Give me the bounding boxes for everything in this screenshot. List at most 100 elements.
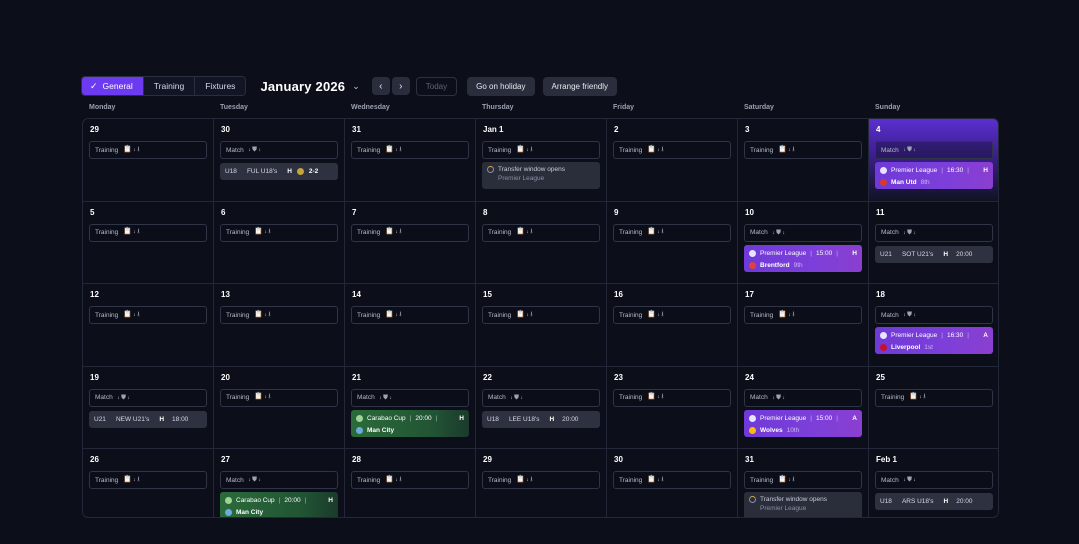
training-slot[interactable]: Training 📋 ⨾ ⭳ — [220, 223, 338, 242]
training-session-icons: 📋 ⨾ ⭳ — [647, 475, 664, 483]
match-day-slot[interactable]: Match ⨾ ⛊ ⨾ — [220, 141, 338, 159]
day-cell[interactable]: 12 Training 📋 ⨾ ⭳ — [83, 284, 214, 367]
training-slot[interactable]: Training 📋 ⨾ ⭳ — [220, 306, 338, 325]
match-day-slot[interactable]: Match ⨾ ⛊ ⨾ — [875, 471, 993, 490]
training-slot[interactable]: Training 📋 ⨾ ⭳ — [744, 141, 862, 159]
day-cell[interactable]: 10 Match ⨾ ⛊ ⨾ Premier League | 15:00 | H Brentf… — [738, 201, 869, 285]
day-cell[interactable]: 20 Training 📋 ⨾ ⭳ — [214, 366, 345, 450]
training-slot[interactable]: Training 📋 ⨾ ⭳ — [351, 471, 469, 490]
day-cell[interactable]: 4 Match ⨾ ⛊ ⨾ Premier League | 16:30 | H Man Utd… — [869, 119, 998, 202]
day-cell[interactable]: Jan 1 Training 📋 ⨾ ⭳ Transfer window opens P… — [476, 119, 607, 202]
match-day-slot[interactable]: Match ⨾ ⛊ ⨾ — [89, 388, 207, 407]
carabao-cup-fixture[interactable]: Carabao Cup | 20:00 | H Man City — [220, 492, 338, 517]
calendar-event[interactable]: Transfer window opens Premier League — [482, 162, 600, 189]
match-day-slot[interactable]: Match ⨾ ⛊ ⨾ — [875, 141, 993, 159]
match-day-slot[interactable]: Match ⨾ ⛊ ⨾ — [875, 306, 993, 325]
calendar-event[interactable]: Transfer window opens Premier League — [744, 492, 862, 517]
month-title[interactable]: January 2026 — [260, 79, 345, 94]
day-cell[interactable]: 5 Training 📋 ⨾ ⭳ — [83, 201, 214, 285]
day-cell[interactable]: 22 Match ⨾ ⛊ ⨾ U18 LEE U18's H 20:00 — [476, 366, 607, 450]
premier-league-fixture[interactable]: Premier League | 15:00 | H Brentford 9th — [744, 244, 862, 272]
training-slot[interactable]: Training 📋 ⨾ ⭳ — [613, 388, 731, 407]
training-slot[interactable]: Training 📋 ⨾ ⭳ — [351, 141, 469, 159]
match-day-slot[interactable]: Match ⨾ ⛊ ⨾ — [482, 388, 600, 407]
youth-fixture[interactable]: U18 FUL U18's H 2-2 — [220, 163, 338, 180]
arrange-friendly-button[interactable]: Arrange friendly — [542, 76, 617, 96]
day-number: 16 — [614, 290, 623, 300]
day-cell[interactable]: 8 Training 📋 ⨾ ⭳ — [476, 201, 607, 285]
day-cell[interactable]: 25 Training 📋 ⨾ ⭳ — [869, 367, 998, 450]
match-day-slot[interactable]: Match ⨾ ⛊ ⨾ — [351, 388, 469, 407]
day-cell[interactable]: 27 Match ⨾ ⛊ ⨾ Carabao Cup | 20:00 | H Man City — [214, 449, 345, 517]
day-cell[interactable]: 29 Training 📋 ⨾ ⭳ — [83, 119, 214, 202]
day-cell[interactable]: 23 Training 📋 ⨾ ⭳ — [607, 366, 738, 450]
day-cell[interactable]: 18 Match ⨾ ⛊ ⨾ Premier League | 16:30 | A Liverp… — [869, 284, 998, 367]
training-slot[interactable]: Training 📋 ⨾ ⭳ — [351, 306, 469, 325]
today-button[interactable]: Today — [415, 76, 458, 96]
training-slot[interactable]: Training 📋 ⨾ ⭳ — [220, 388, 338, 407]
tab-general[interactable]: ✓ General — [82, 77, 144, 95]
training-slot[interactable]: Training 📋 ⨾ ⭳ — [89, 306, 207, 325]
training-slot[interactable]: Training 📋 ⨾ ⭳ — [613, 223, 731, 242]
day-cell[interactable]: 30 Match ⨾ ⛊ ⨾ U18 FUL U18's H 2-2 — [214, 119, 345, 202]
match-day-slot[interactable]: Match ⨾ ⛊ ⨾ — [220, 471, 338, 490]
day-cell[interactable]: 15 Training 📋 ⨾ ⭳ — [476, 284, 607, 367]
tab-fixtures[interactable]: Fixtures — [195, 77, 246, 95]
day-cell[interactable]: 19 Match ⨾ ⛊ ⨾ U21 NEW U21's H 18:00 — [83, 366, 214, 450]
match-day-slot[interactable]: Match ⨾ ⛊ ⨾ — [875, 223, 993, 242]
day-cell[interactable]: 24 Match ⨾ ⛊ ⨾ Premier League | 15:00 | A Wolves… — [738, 366, 869, 450]
day-cell[interactable]: 16 Training 📋 ⨾ ⭳ — [607, 284, 738, 367]
training-slot[interactable]: Training 📋 ⨾ ⭳ — [89, 223, 207, 242]
day-cell[interactable]: 31 Training 📋 ⨾ ⭳ — [345, 119, 476, 202]
prev-month-button[interactable]: ‹ — [371, 77, 390, 95]
day-cell[interactable]: 30 Training 📋 ⨾ ⭳ — [607, 449, 738, 517]
youth-fixture[interactable]: U18 ARS U18's H 20:00 — [875, 493, 993, 511]
day-number: 20 — [221, 372, 230, 382]
weekday-label: Monday — [89, 104, 116, 111]
training-slot[interactable]: Training 📋 ⨾ ⭳ — [482, 306, 600, 325]
training-slot[interactable]: Training 📋 ⨾ ⭳ — [89, 471, 207, 490]
day-cell[interactable]: 28 Training 📋 ⨾ ⭳ — [345, 449, 476, 517]
premier-league-fixture[interactable]: Premier League | 16:30 | H Man Utd 8th — [875, 162, 993, 189]
day-cell[interactable]: 17 Training 📋 ⨾ ⭳ — [738, 284, 869, 367]
chevron-down-icon[interactable]: ⌄ — [352, 81, 360, 92]
training-slot[interactable]: Training 📋 ⨾ ⭳ — [482, 141, 600, 159]
training-slot[interactable]: Training 📋 ⨾ ⭳ — [351, 223, 469, 242]
day-cell[interactable]: 3 Training 📋 ⨾ ⭳ — [738, 119, 869, 202]
training-slot[interactable]: Training 📋 ⨾ ⭳ — [875, 388, 993, 407]
day-cell[interactable]: 13 Training 📋 ⨾ ⭳ — [214, 284, 345, 367]
day-cell[interactable]: 29 Training 📋 ⨾ ⭳ — [476, 449, 607, 517]
slot-label: Training — [619, 394, 643, 402]
day-cell[interactable]: 26 Training 📋 ⨾ ⭳ — [83, 449, 214, 517]
day-cell[interactable]: 9 Training 📋 ⨾ ⭳ — [607, 201, 738, 285]
day-cell[interactable]: 21 Match ⨾ ⛊ ⨾ Carabao Cup | 20:00 | H Man City — [345, 366, 476, 450]
training-slot[interactable]: Training 📋 ⨾ ⭳ — [744, 306, 862, 325]
day-cell[interactable]: 2 Training 📋 ⨾ ⭳ — [607, 119, 738, 202]
youth-fixture[interactable]: U21 NEW U21's H 18:00 — [89, 410, 207, 428]
training-slot[interactable]: Training 📋 ⨾ ⭳ — [613, 306, 731, 325]
training-slot[interactable]: Training 📋 ⨾ ⭳ — [613, 141, 731, 159]
carabao-cup-fixture[interactable]: Carabao Cup | 20:00 | H Man City — [351, 409, 469, 437]
youth-fixture[interactable]: U21 SOT U21's H 20:00 — [875, 245, 993, 263]
youth-fixture[interactable]: U18 LEE U18's H 20:00 — [482, 410, 600, 428]
slot-label: Match — [226, 146, 244, 154]
go-on-holiday-button[interactable]: Go on holiday — [467, 76, 535, 96]
day-cell[interactable]: Feb 1 Match ⨾ ⛊ ⨾ U18 ARS U18's H 20:00 — [869, 449, 998, 517]
training-slot[interactable]: Training 📋 ⨾ ⭳ — [482, 223, 600, 242]
training-slot[interactable]: Training 📋 ⨾ ⭳ — [89, 141, 207, 159]
match-day-slot[interactable]: Match ⨾ ⛊ ⨾ — [744, 388, 862, 407]
match-day-slot[interactable]: Match ⨾ ⛊ ⨾ — [744, 223, 862, 242]
day-cell[interactable]: 31 Training 📋 ⨾ ⭳ Transfer window opens Prem… — [738, 449, 869, 517]
opponent-name: Man City — [367, 426, 395, 434]
premier-league-fixture[interactable]: Premier League | 15:00 | A Wolves 10th — [744, 409, 862, 437]
day-cell[interactable]: 11 Match ⨾ ⛊ ⨾ U21 SOT U21's H 20:00 — [869, 202, 998, 285]
day-cell[interactable]: 6 Training 📋 ⨾ ⭳ — [214, 201, 345, 285]
day-cell[interactable]: 14 Training 📋 ⨾ ⭳ — [345, 284, 476, 367]
premier-league-fixture[interactable]: Premier League | 16:30 | A Liverpool 1st — [875, 327, 993, 355]
day-cell[interactable]: 7 Training 📋 ⨾ ⭳ — [345, 201, 476, 285]
next-month-button[interactable]: › — [391, 77, 410, 95]
training-slot[interactable]: Training 📋 ⨾ ⭳ — [613, 471, 731, 490]
training-slot[interactable]: Training 📋 ⨾ ⭳ — [482, 471, 600, 490]
training-slot[interactable]: Training 📋 ⨾ ⭳ — [744, 471, 862, 490]
tab-training[interactable]: Training — [143, 77, 196, 95]
